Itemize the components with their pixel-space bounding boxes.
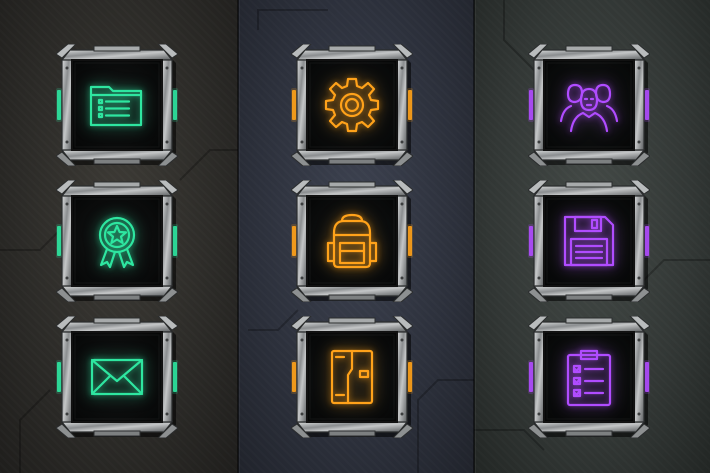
gear-icon — [320, 73, 384, 137]
icon-slot-group[interactable] — [528, 44, 650, 166]
icon-slot-floppy-disk[interactable] — [528, 180, 650, 302]
icon-slot-gear[interactable] — [291, 44, 413, 166]
floppy-disk-icon — [557, 209, 621, 273]
icon-slot-clipboard-checklist[interactable] — [528, 316, 650, 438]
award-badge-icon — [85, 209, 149, 273]
clipboard-checklist-icon — [557, 345, 621, 409]
folder-icon — [85, 73, 149, 137]
icon-slot-folder[interactable] — [56, 44, 178, 166]
mail-icon — [85, 345, 149, 409]
panel-divider — [473, 0, 475, 473]
icon-slot-award-badge[interactable] — [56, 180, 178, 302]
backpack-icon — [320, 209, 384, 273]
group-icon — [557, 73, 621, 137]
panel-divider — [237, 0, 239, 473]
icon-slot-door[interactable] — [291, 316, 413, 438]
door-icon — [320, 345, 384, 409]
icon-slot-mail[interactable] — [56, 316, 178, 438]
icon-slot-backpack[interactable] — [291, 180, 413, 302]
